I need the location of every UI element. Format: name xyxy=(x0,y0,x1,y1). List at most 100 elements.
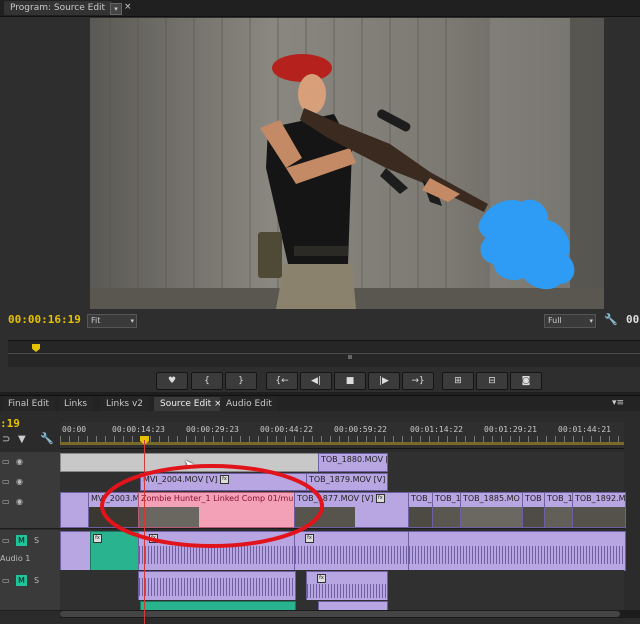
zoom-level-dropdown[interactable]: Fit ▾ xyxy=(87,314,137,328)
tab-label: Links v2 xyxy=(106,399,144,409)
track-header-a1: ▭ M S Audio 1 xyxy=(0,530,60,570)
clip-thumbnail xyxy=(433,507,461,527)
lift-icon: ⊞ xyxy=(454,376,462,386)
chevron-down-icon: ▾ xyxy=(130,317,134,325)
snap-icon[interactable]: ⊃ xyxy=(2,434,10,445)
video-clip[interactable] xyxy=(60,492,90,528)
timeline-timecode[interactable]: :19 xyxy=(0,417,20,430)
mark-in-icon: { xyxy=(204,376,210,386)
wrench-settings-icon[interactable]: 🔧 xyxy=(604,313,618,326)
panel-menu-icon[interactable]: ▾≡ xyxy=(612,398,624,408)
program-duration-timecode: 00 xyxy=(626,313,640,326)
clip-label: TOB_1892.M xyxy=(575,494,626,503)
panel-menu-chevron-icon[interactable]: ▾ xyxy=(110,3,122,15)
ruler-label: 00:00 xyxy=(62,425,87,434)
lift-button[interactable]: ⊞ xyxy=(442,372,474,390)
program-video-frame[interactable] xyxy=(90,18,604,309)
solo-button[interactable]: S xyxy=(34,576,39,585)
clip-label: TOB xyxy=(525,494,542,503)
program-scrub-bar[interactable] xyxy=(8,340,640,367)
add-marker-icon[interactable]: ▼ xyxy=(18,434,26,445)
ruler-label: 00:01:14:22 xyxy=(410,425,463,434)
tab-audio-edit[interactable]: Audio Edit xyxy=(220,397,278,411)
add-marker-button[interactable]: ♥ xyxy=(156,372,188,390)
video-clip[interactable]: TOB_1892.M xyxy=(572,492,626,528)
track-header-v3: ▭ ◉ xyxy=(0,452,60,472)
stop-button[interactable]: ■ xyxy=(334,372,366,390)
film-icon[interactable]: ▭ xyxy=(2,457,10,466)
tab-label: Final Edit xyxy=(8,399,50,409)
mute-button[interactable]: M xyxy=(16,575,27,586)
close-tab-icon[interactable]: × xyxy=(124,2,132,12)
audio-clip[interactable] xyxy=(60,531,92,571)
go-to-in-button[interactable]: {← xyxy=(266,372,298,390)
timeline-horizontal-scrollbar[interactable] xyxy=(60,610,640,618)
stop-icon: ■ xyxy=(345,376,355,386)
go-to-out-button[interactable]: →} xyxy=(402,372,434,390)
eye-icon[interactable]: ◉ xyxy=(16,477,23,486)
clip-label: TOB_1 xyxy=(435,494,461,503)
annotation-ellipse xyxy=(100,464,324,548)
clip-label: TOB_ xyxy=(411,494,432,503)
playhead-marker-icon[interactable] xyxy=(32,344,40,352)
camera-icon: ◙ xyxy=(521,376,531,386)
clip-thumbnail xyxy=(545,507,573,527)
ruler-label: 00:00:29:23 xyxy=(186,425,239,434)
mute-button[interactable]: M xyxy=(16,535,27,546)
go-to-in-icon: {← xyxy=(275,376,289,386)
track-header-v2: ▭ ◉ xyxy=(0,472,60,491)
waveform xyxy=(307,584,387,598)
tab-source-edit[interactable]: Source Edit × xyxy=(154,397,228,411)
program-monitor-tabbar: Program: Source Edit ▾ × xyxy=(0,0,640,17)
audio-clip[interactable] xyxy=(408,531,626,571)
waveform xyxy=(409,546,625,564)
eye-icon[interactable]: ◉ xyxy=(16,497,23,506)
video-clip[interactable]: TOB_1 xyxy=(432,492,462,528)
waveform xyxy=(139,578,295,596)
audio-clip[interactable]: fx xyxy=(306,571,388,601)
step-back-button[interactable]: ◀| xyxy=(300,372,332,390)
ruler-label: 00:01:29:21 xyxy=(484,425,537,434)
scrub-track-line xyxy=(8,353,640,354)
step-forward-icon: |▶ xyxy=(379,376,389,386)
ruler-label: 00:00:59:22 xyxy=(334,425,387,434)
program-current-timecode[interactable]: 00:00:16:19 xyxy=(8,313,81,326)
video-clip[interactable]: TOB_1 xyxy=(544,492,574,528)
tab-label: Audio Edit xyxy=(226,399,272,409)
video-clip[interactable]: TOB_1880.MOV [ xyxy=(318,453,388,472)
track-sync-icon[interactable]: ▭ xyxy=(2,536,10,545)
film-icon[interactable]: ▭ xyxy=(2,497,10,506)
film-icon[interactable]: ▭ xyxy=(2,477,10,486)
playback-quality-dropdown[interactable]: Full ▾ xyxy=(544,314,596,328)
clip-label: TOB_1885.MO xyxy=(463,494,520,503)
mark-out-button[interactable]: } xyxy=(225,372,257,390)
tab-label: Source Edit xyxy=(160,399,212,409)
clip-label: TOB_1880.MOV [ xyxy=(321,455,388,464)
track-header-v1: ▭ ◉ xyxy=(0,491,60,528)
scrub-center-tick xyxy=(348,355,352,359)
ruler-label: 00:01:44:21 xyxy=(558,425,611,434)
mark-in-button[interactable]: { xyxy=(191,372,223,390)
video-clip[interactable]: TOB xyxy=(522,492,546,528)
eye-icon[interactable]: ◉ xyxy=(16,457,23,466)
audio-clip[interactable] xyxy=(138,571,296,601)
extract-icon: ⊟ xyxy=(488,376,496,386)
tab-label: Links xyxy=(64,399,88,409)
program-monitor-tab[interactable]: Program: Source Edit xyxy=(4,1,112,15)
export-frame-button[interactable]: ◙ xyxy=(510,372,542,390)
tab-links-v2[interactable]: Links v2 xyxy=(100,397,150,411)
wrench-settings-icon[interactable]: 🔧 xyxy=(40,432,54,445)
step-back-icon: ◀| xyxy=(311,376,321,386)
zoom-level-value: Fit xyxy=(91,316,101,325)
mark-out-icon: } xyxy=(238,376,244,386)
tab-final-edit[interactable]: Final Edit xyxy=(2,397,56,411)
tab-links[interactable]: Links xyxy=(58,397,94,411)
extract-button[interactable]: ⊟ xyxy=(476,372,508,390)
video-clip[interactable]: TOB_1885.MO xyxy=(460,492,524,528)
track-sync-icon[interactable]: ▭ xyxy=(2,576,10,585)
step-forward-button[interactable]: |▶ xyxy=(368,372,400,390)
solo-button[interactable]: S xyxy=(34,536,39,545)
playback-quality-value: Full xyxy=(548,316,562,325)
video-clip[interactable]: TOB_ xyxy=(408,492,434,528)
video-frame-image xyxy=(90,18,604,309)
